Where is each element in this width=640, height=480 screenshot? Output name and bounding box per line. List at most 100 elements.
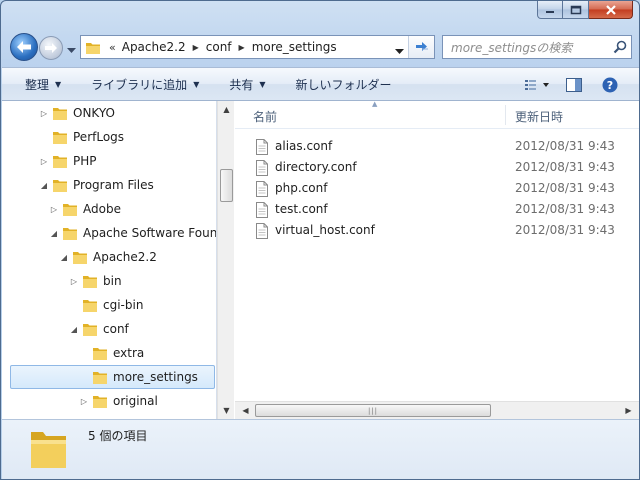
chevron-right-icon[interactable]: ▶ [193, 43, 199, 52]
close-button[interactable] [589, 1, 633, 19]
tree-item-conf[interactable]: ◢ conf [68, 318, 129, 340]
folder-icon [72, 250, 88, 265]
folder-icon [92, 394, 108, 409]
collapse-arrow-icon[interactable]: ◢ [38, 181, 50, 190]
expand-arrow-icon[interactable]: ▷ [68, 277, 80, 286]
overflow-crumb[interactable]: « [109, 41, 116, 54]
file-date-modified: 2012/08/31 9:43 [515, 139, 615, 153]
scroll-down-button[interactable]: ▼ [218, 402, 235, 419]
crumb-more-settings[interactable]: more_settings [252, 40, 337, 54]
search-placeholder[interactable]: more_settingsの検索 [451, 39, 609, 56]
collapse-arrow-icon[interactable]: ◢ [58, 253, 70, 262]
tree-item-label: Apache2.2 [93, 250, 157, 264]
address-bar[interactable]: « Apache2.2 ▶ conf ▶ more_settings [80, 35, 435, 59]
crumb-conf[interactable]: conf [206, 40, 232, 54]
arrow-right-icon [45, 43, 57, 53]
scroll-right-button[interactable]: ▶ [620, 402, 637, 419]
file-row-test-conf[interactable]: test.conf 2012/08/31 9:43 [235, 199, 635, 220]
chevron-right-icon[interactable]: ▶ [239, 43, 245, 52]
forward-button[interactable] [39, 36, 63, 60]
tree-item-apache2-2[interactable]: ◢ Apache2.2 [58, 246, 157, 268]
minimize-button[interactable] [537, 1, 563, 19]
collapse-arrow-icon[interactable]: ◢ [48, 229, 60, 238]
item-count: 5 個の項目 [88, 429, 148, 443]
search-box[interactable]: more_settingsの検索 [442, 35, 632, 59]
help-icon: ? [602, 77, 618, 93]
file-date-modified: 2012/08/31 9:43 [515, 223, 615, 237]
organize-label: 整理 [25, 77, 50, 92]
recent-pages-dropdown[interactable] [67, 43, 76, 57]
folder-icon [52, 106, 68, 121]
navigation-pane[interactable]: ▷ ONKYO PerfLogs ▷ PHP ◢ Program Files ▷ Adobe ◢ A… [2, 101, 217, 419]
help-button[interactable]: ? [595, 73, 625, 97]
file-icon [255, 202, 269, 218]
panes: ▷ ONKYO PerfLogs ▷ PHP ◢ Program Files ▷ Adobe ◢ A… [2, 100, 639, 419]
tree-item-label: Adobe [83, 202, 121, 216]
tree-item-label: PerfLogs [73, 130, 125, 144]
share-button[interactable]: 共有 ▼ [220, 72, 274, 96]
chevron-down-icon: ▼ [55, 79, 62, 89]
tree-item-perflogs[interactable]: PerfLogs [38, 126, 124, 148]
arrow-left-icon [17, 41, 31, 53]
tree-item-onkyo[interactable]: ▷ ONKYO [38, 102, 115, 124]
expand-arrow-icon[interactable]: ▷ [38, 109, 50, 118]
content-horizontal-scrollbar[interactable]: ◀ ||| ▶ [235, 401, 639, 419]
scrollbar-thumb[interactable] [220, 169, 233, 202]
folder-icon [82, 298, 98, 313]
column-headers: ▲ 名前 更新日時 [235, 100, 639, 129]
tree-item-extra[interactable]: extra [78, 342, 144, 364]
tree-item-original[interactable]: ▷ original [78, 390, 158, 412]
scroll-up-button[interactable]: ▲ [218, 101, 235, 118]
tree-item-label: extra [113, 346, 145, 360]
tree-item-php[interactable]: ▷ PHP [38, 150, 97, 172]
chevron-down-icon: ▼ [193, 79, 200, 89]
column-name[interactable]: 名前 [253, 108, 277, 125]
file-name: alias.conf [275, 139, 333, 153]
folder-icon [62, 202, 78, 217]
close-icon [605, 4, 616, 15]
refresh-button[interactable] [408, 36, 434, 58]
new-folder-button[interactable]: 新しいフォルダー [287, 72, 401, 96]
maximize-icon [570, 5, 581, 14]
file-date-modified: 2012/08/31 9:43 [515, 160, 615, 174]
tree-item-adobe[interactable]: ▷ Adobe [48, 198, 121, 220]
preview-pane-icon [566, 78, 582, 92]
tree-item-program-files[interactable]: ◢ Program Files [38, 174, 154, 196]
navigation-scrollbar[interactable]: ▲ ▼ [217, 101, 234, 419]
column-date-modified[interactable]: 更新日時 [515, 108, 563, 125]
back-button[interactable] [10, 33, 38, 61]
expand-arrow-icon[interactable]: ▷ [38, 157, 50, 166]
address-dropdown[interactable] [395, 44, 404, 58]
preview-pane-button[interactable] [559, 73, 589, 97]
file-row-virtual-host-conf[interactable]: virtual_host.conf 2012/08/31 9:43 [235, 220, 635, 241]
organize-button[interactable]: 整理 ▼ [16, 72, 70, 96]
file-row-php-conf[interactable]: php.conf 2012/08/31 9:43 [235, 178, 635, 199]
folder-icon [85, 40, 101, 55]
folder-icon [92, 346, 108, 361]
folder-icon [62, 226, 78, 241]
scrollbar-thumb[interactable]: ||| [255, 404, 491, 417]
tree-item-cgi-bin[interactable]: cgi-bin [68, 294, 143, 316]
expand-arrow-icon[interactable]: ▷ [78, 397, 90, 406]
folder-icon [82, 274, 98, 289]
collapse-arrow-icon[interactable]: ◢ [68, 325, 80, 334]
file-list: ▲ 名前 更新日時 alias.conf 2012/08/31 9:43 direc… [235, 100, 639, 419]
file-icon [255, 160, 269, 176]
expand-arrow-icon[interactable]: ▷ [48, 205, 60, 214]
scroll-left-button[interactable]: ◀ [237, 402, 254, 419]
add-to-library-label: ライブラリに追加 [91, 77, 188, 92]
explorer-window: « Apache2.2 ▶ conf ▶ more_settings more_… [0, 0, 640, 480]
add-to-library-button[interactable]: ライブラリに追加 ▼ [82, 72, 208, 96]
change-view-button[interactable] [523, 73, 553, 97]
file-row-alias-conf[interactable]: alias.conf 2012/08/31 9:43 [235, 136, 635, 157]
file-row-directory-conf[interactable]: directory.conf 2012/08/31 9:43 [235, 157, 635, 178]
file-icon [255, 181, 269, 197]
column-divider[interactable] [505, 105, 506, 125]
tree-item-more-settings[interactable]: more_settings [78, 366, 198, 388]
tree-item-apache-software-foundation[interactable]: ◢ Apache Software Foundation [48, 222, 216, 244]
file-name: directory.conf [275, 160, 357, 174]
crumb-apache[interactable]: Apache2.2 [122, 40, 186, 54]
maximize-button[interactable] [563, 1, 589, 19]
search-icon[interactable] [609, 40, 631, 54]
tree-item-bin[interactable]: ▷ bin [68, 270, 122, 292]
